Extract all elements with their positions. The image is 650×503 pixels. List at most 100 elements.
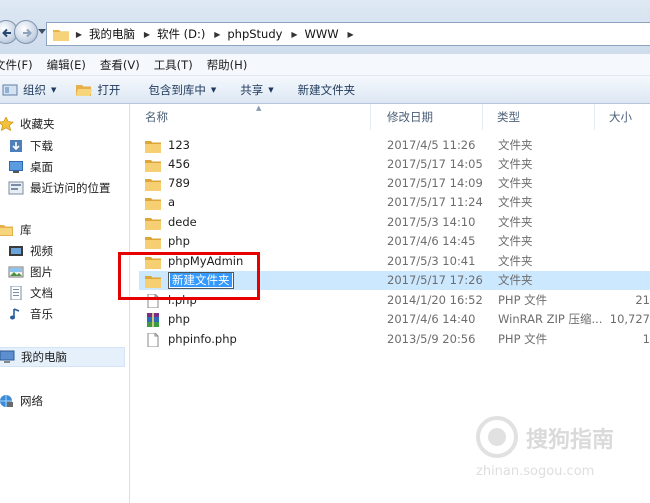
nav-computer[interactable]: 我的电脑 [0,347,125,367]
folder-icon [145,178,161,191]
name-cell: php [145,310,375,329]
file-date: 2017/4/6 14:40 [387,312,476,326]
nav-favorites[interactable]: 收藏夹 [0,114,55,134]
open-label: 打开 [97,82,121,97]
breadcrumb-phpstudy[interactable]: ▶ phpStudy [211,23,288,45]
address-bar[interactable]: ▶ 我的电脑 ▶ 软件 (D:) ▶ phpStudy ▶ WWW ▶ [46,22,650,46]
file-row[interactable]: phpinfo.php 2013/5/9 20:56 PHP 文件 1 [139,330,650,349]
organize-icon [2,84,18,95]
file-name: a [168,195,176,209]
file-type: 文件夹 [498,273,533,287]
name-cell: 789 [145,174,375,193]
file-size: 10,727 [609,312,650,326]
file-name: 123 [168,138,190,152]
file-date: 2017/5/17 17:26 [387,273,483,287]
nav-label: 收藏夹 [20,117,55,131]
php-file-icon [147,332,159,347]
file-row[interactable]: dede 2017/5/3 14:10 文件夹 [139,213,650,232]
file-name: 789 [168,176,190,190]
new-folder-label: 新建文件夹 [297,82,356,97]
recent-places-icon [8,181,24,195]
file-date: 2017/4/5 11:26 [387,138,476,152]
nav-libraries[interactable]: 库 [0,220,32,240]
open-folder-icon [76,84,93,96]
file-type: 文件夹 [498,176,533,190]
column-header-type[interactable]: 类型 [483,104,595,130]
nav-label: 文档 [30,286,53,300]
file-type: 文件夹 [498,234,533,248]
file-type: 文件夹 [498,138,533,152]
file-row[interactable]: a 2017/5/17 11:24 文件夹 [139,193,650,212]
nav-documents[interactable]: 文档 [8,283,53,303]
column-header-size[interactable]: 大小 [595,104,650,130]
include-in-library-button[interactable]: 包含到库中 ▼ [138,79,226,101]
file-type: 文件夹 [498,215,533,229]
folder-icon [145,159,161,172]
column-header-name[interactable]: 名称 [131,104,371,130]
breadcrumb-label: 软件 (D:) [157,27,206,41]
breadcrumb-drive-d[interactable]: ▶ 软件 (D:) [141,23,211,45]
nav-downloads[interactable]: 下载 [8,136,53,156]
nav-label: 我的电脑 [21,350,67,364]
file-date: 2017/5/3 10:41 [387,254,476,268]
file-name: phpinfo.php [168,332,237,346]
new-folder-button[interactable]: 新建文件夹 [288,79,366,101]
folder-icon [145,217,161,230]
file-date: 2014/1/20 16:52 [387,293,483,307]
share-label: 共享 [240,82,264,97]
nav-music[interactable]: 音乐 [8,304,53,324]
file-type: 文件夹 [498,254,533,268]
forward-button[interactable] [14,20,38,44]
menu-view[interactable]: 查看(V) [100,57,148,73]
pictures-icon [8,266,24,278]
file-row[interactable]: 456 2017/5/17 14:05 文件夹 [139,155,650,174]
videos-icon [9,246,23,256]
file-date: 2017/4/6 14:45 [387,234,476,248]
breadcrumb-label: WWW [304,27,339,41]
file-row[interactable]: 123 2017/4/5 11:26 文件夹 [139,136,650,155]
menu-help[interactable]: 帮助(H) [207,57,256,73]
menu-tools[interactable]: 工具(T) [154,57,201,73]
chevron-down-icon: ▼ [51,85,57,94]
include-in-library-label: 包含到库中 [148,82,206,97]
breadcrumb-computer[interactable]: ▶ 我的电脑 [73,23,141,45]
nav-desktop[interactable]: 桌面 [8,157,53,177]
menu-file[interactable]: 文件(F) [0,57,41,73]
annotation-highlight-box [118,252,260,300]
file-date: 2017/5/3 14:10 [387,215,476,229]
menu-edit[interactable]: 编辑(E) [47,57,94,73]
sogou-logo-icon [476,416,518,458]
organize-button[interactable]: 组织 ▼ [0,79,66,101]
file-row[interactable]: 789 2017/5/17 14:09 文件夹 [139,174,650,193]
file-name: php [168,312,190,326]
breadcrumb-www[interactable]: ▶ WWW ▶ [288,23,356,45]
folder-icon [145,140,161,153]
nav-label: 视频 [30,244,53,258]
share-button[interactable]: 共享 ▼ [230,79,283,101]
file-row[interactable]: php 2017/4/6 14:45 文件夹 [139,232,650,251]
breadcrumb-arrow-icon[interactable]: ▶ [345,30,357,39]
nav-recent[interactable]: 最近访问的位置 [8,178,111,198]
name-cell: 456 [145,155,375,174]
command-toolbar: 组织 ▼ 打开 包含到库中 ▼ 共享 ▼ 新建文件夹 [0,76,650,104]
nav-videos[interactable]: 视频 [8,241,53,261]
file-size: 1 [642,332,650,346]
watermark-brand: 搜狗指南 [526,428,615,453]
file-date: 2017/5/17 11:24 [387,195,483,209]
breadcrumb-arrow-icon: ▶ [75,29,83,39]
open-button[interactable]: 打开 [66,79,130,101]
column-header-date[interactable]: 修改日期 [373,104,483,130]
desktop-icon [9,161,23,173]
nav-network[interactable]: 网络 [0,391,43,411]
nav-label: 网络 [20,394,43,408]
libraries-icon [0,225,13,236]
nav-pictures[interactable]: 图片 [8,262,53,282]
computer-icon [0,350,15,363]
folder-icon [145,236,161,249]
music-icon [10,308,20,320]
organize-label: 组织 [23,82,46,97]
recent-pages-dropdown-icon[interactable] [38,29,46,35]
address-bar-region: ▶ 我的电脑 ▶ 软件 (D:) ▶ phpStudy ▶ WWW ▶ [0,0,650,54]
breadcrumb-arrow-icon: ▶ [291,29,298,39]
file-row[interactable]: php 2017/4/6 14:40 WinRAR ZIP 压缩... 10,7… [139,310,650,329]
